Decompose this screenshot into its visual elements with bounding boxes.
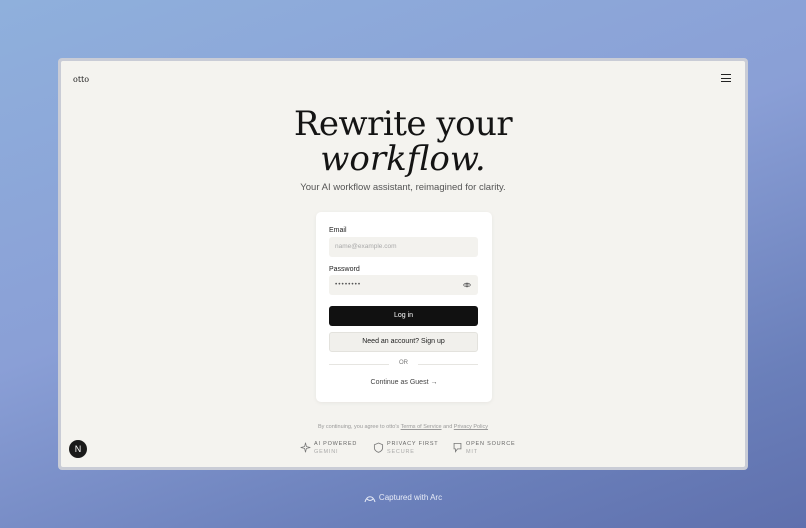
terms-and: and — [443, 424, 453, 430]
or-text: OR — [399, 360, 408, 366]
feature-title: AI POWERED — [314, 441, 358, 447]
logo[interactable]: otto — [73, 75, 89, 84]
terms-prefix: By continuing, you agree to otto's — [317, 424, 400, 430]
page: otto Rewrite your workflow. Your AI work… — [61, 61, 745, 467]
email-placeholder: name@example.com — [335, 243, 397, 250]
login-button[interactable]: Log in — [329, 306, 478, 326]
hero-title-italic: workflow. — [320, 139, 486, 179]
sparkle-icon — [300, 442, 311, 453]
terms-text: By continuing, you agree to otto's Terms… — [61, 424, 745, 430]
browser-window: otto Rewrite your workflow. Your AI work… — [58, 58, 748, 470]
feature-sub: MIT — [466, 449, 478, 455]
arc-caption-text: Captured with Arc — [378, 493, 443, 503]
feature-sub: SECURE — [387, 449, 415, 455]
arc-caption: Captured with Arc — [0, 493, 806, 503]
hero-title: Rewrite your — [293, 104, 513, 144]
login-card: Email name@example.com Password ••••••••… — [316, 212, 492, 402]
password-field[interactable]: •••••••• — [329, 275, 478, 295]
shield-icon — [373, 442, 384, 453]
arc-logo-icon — [364, 496, 376, 503]
hero-subtitle: Your AI workflow assistant, reimagined f… — [300, 182, 506, 193]
continue-guest-link[interactable]: Continue as Guest → — [316, 379, 492, 386]
feature-title: OPEN SOURCE — [466, 441, 516, 447]
code-icon — [453, 442, 462, 453]
email-label: Email — [329, 227, 347, 234]
n-avatar-button[interactable]: N — [69, 440, 87, 458]
password-value: •••••••• — [335, 281, 362, 288]
terms-of-service-link[interactable]: Terms of Service — [401, 424, 442, 430]
email-field[interactable]: name@example.com — [329, 237, 478, 257]
or-divider: OR — [329, 360, 478, 368]
feature-sub: GEMINI — [314, 449, 339, 455]
privacy-policy-link[interactable]: Privacy Policy — [454, 424, 488, 430]
password-label: Password — [329, 266, 360, 273]
menu-icon[interactable] — [721, 74, 731, 83]
eye-icon[interactable] — [463, 281, 471, 289]
signup-button[interactable]: Need an account? Sign up — [329, 332, 478, 352]
feature-title: PRIVACY FIRST — [387, 441, 439, 447]
